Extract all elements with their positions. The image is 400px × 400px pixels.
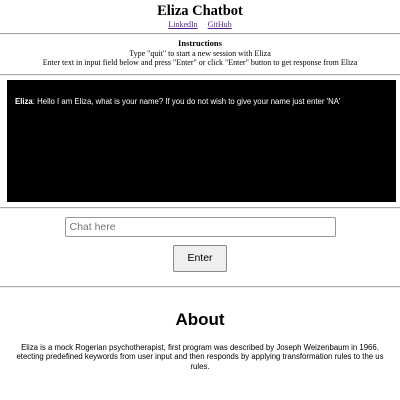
input-row <box>0 216 400 237</box>
chat-input[interactable] <box>64 216 336 237</box>
about-text: Eliza is a mock Rogerian psychotherapist… <box>0 343 400 372</box>
linkedin-link[interactable]: LinkedIn <box>168 20 197 29</box>
instructions-line-1: Type "quit" to start a new session with … <box>129 48 271 58</box>
header-links: LinkedIn GitHub <box>0 20 400 29</box>
chat-area: Eliza: Hello I am Eliza, what is your na… <box>0 76 400 207</box>
instructions: Instructions Type "quit" to start a new … <box>0 35 400 74</box>
chat-message: Hello I am Eliza, what is your name? If … <box>34 96 341 106</box>
divider <box>0 285 400 288</box>
header: Eliza Chatbot LinkedIn GitHub <box>0 0 400 30</box>
button-row: Enter <box>0 244 400 272</box>
enter-button[interactable]: Enter <box>173 244 227 272</box>
page: Eliza Chatbot LinkedIn GitHub Instructio… <box>0 0 400 400</box>
chat-speaker: Eliza <box>15 96 33 106</box>
about-line-1: Eliza is a mock Rogerian psychotherapist… <box>21 342 379 352</box>
about-line-3: rules. <box>190 361 210 371</box>
about-line-2: etecting predefined keywords from user i… <box>16 352 384 361</box>
github-link[interactable]: GitHub <box>208 20 232 29</box>
divider <box>0 206 400 209</box>
about-title: About <box>175 309 225 329</box>
instructions-heading: Instructions <box>178 38 222 48</box>
page-title: Eliza Chatbot <box>157 3 243 19</box>
chat-log: Eliza: Hello I am Eliza, what is your na… <box>7 79 396 202</box>
instructions-line-2: Enter text in input field below and pres… <box>42 58 358 67</box>
